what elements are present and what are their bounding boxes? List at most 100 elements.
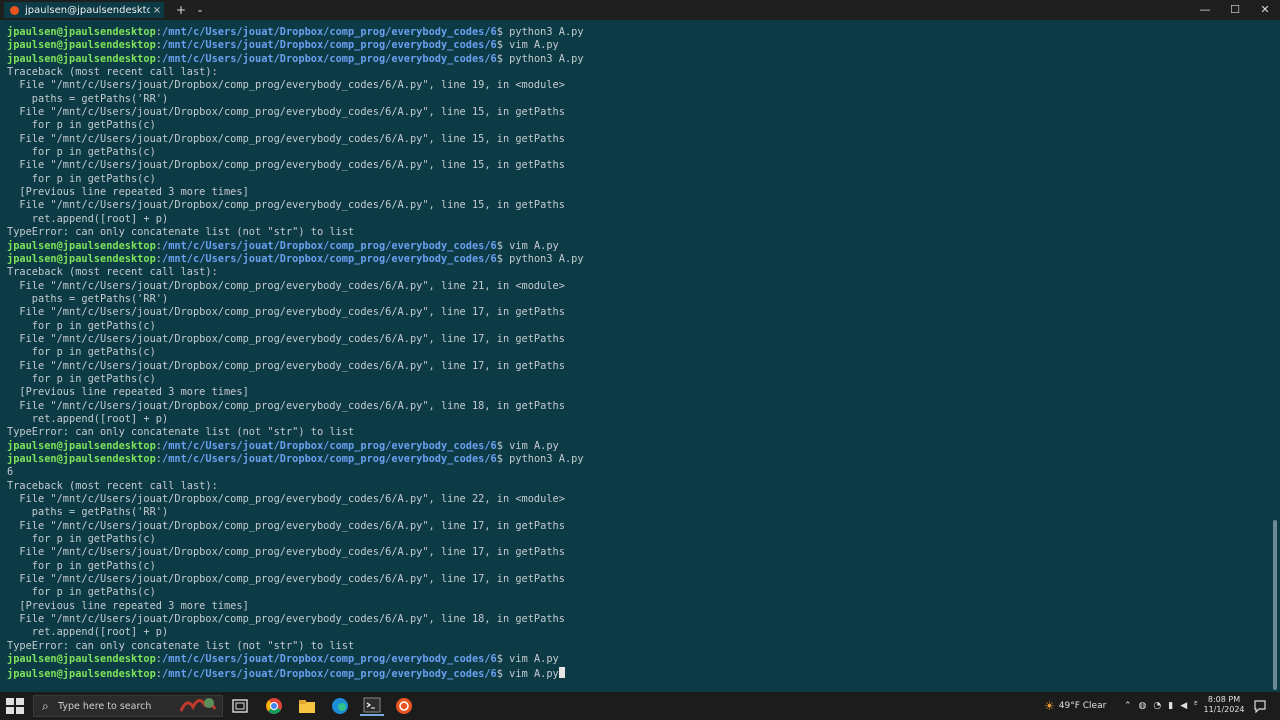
terminal-tab[interactable]: jpaulsen@jpaulsendesktop: /r ×: [4, 2, 164, 18]
output-line: for p in getPaths(c): [7, 372, 156, 385]
output-line: File "/mnt/c/Users/jouat/Dropbox/comp_pr…: [7, 399, 565, 412]
minimize-button[interactable]: —: [1190, 0, 1220, 20]
maximize-button[interactable]: ☐: [1220, 0, 1250, 20]
output-line: TypeError: can only concatenate list (no…: [7, 226, 355, 239]
weather-icon: ☀: [1044, 699, 1055, 713]
output-line: for p in getPaths(c): [7, 119, 156, 132]
windows-start-icon[interactable]: [6, 698, 24, 714]
terminal-scrollbar[interactable]: [1270, 20, 1280, 692]
prompt-path: /mnt/c/Users/jouat/Dropbox/comp_prog/eve…: [162, 453, 497, 465]
output-line: for p in getPaths(c): [7, 346, 156, 359]
output-line: ret.append([root] + p): [7, 412, 169, 425]
output-line: TypeError: can only concatenate list (no…: [7, 639, 355, 652]
widget-icon[interactable]: [178, 695, 218, 715]
prompt-user: jpaulsen@jpaulsendesktop: [7, 26, 156, 38]
output-line: ret.append([root] + p): [7, 212, 169, 225]
prompt-user: jpaulsen@jpaulsendesktop: [7, 653, 156, 666]
output-line: for p in getPaths(c): [7, 533, 156, 546]
clock-time: 8:08 PM: [1207, 695, 1241, 704]
prompt-path: /mnt/c/Users/jouat/Dropbox/comp_prog/eve…: [162, 52, 497, 65]
output-line: File "/mnt/c/Users/jouat/Dropbox/comp_pr…: [7, 132, 565, 145]
clock[interactable]: 8:08 PM 11/1/2024: [1198, 695, 1250, 715]
ubuntu-app-icon[interactable]: [394, 696, 414, 716]
terminal-output[interactable]: jpaulsen@jpaulsendesktop:/mnt/c/Users/jo…: [0, 20, 1270, 692]
volume-icon[interactable]: ◀: [1180, 701, 1187, 711]
prompt-command: $ vim A.py: [496, 653, 559, 666]
prompt-command: $ vim A.py: [496, 239, 559, 252]
file-explorer-icon[interactable]: [297, 696, 317, 716]
output-line: for p in getPaths(c): [7, 172, 156, 185]
prompt-path: /mnt/c/Users/jouat/Dropbox/comp_prog/eve…: [162, 667, 497, 680]
output-line: File "/mnt/c/Users/jouat/Dropbox/comp_pr…: [7, 519, 565, 532]
wifi-icon[interactable]: ◔: [1153, 701, 1161, 711]
output-line: paths = getPaths('RR'): [7, 292, 169, 305]
title-bar: jpaulsen@jpaulsendesktop: /r × + ⌄ — ☐ ✕: [0, 0, 1280, 20]
tab-dropdown-button[interactable]: ⌄: [194, 2, 206, 18]
prompt-path: /mnt/c/Users/jouat/Dropbox/comp_prog/eve…: [162, 26, 497, 38]
notification-icon[interactable]: [1253, 696, 1267, 716]
new-tab-button[interactable]: +: [174, 2, 188, 18]
weather-text: 49°F Clear: [1058, 701, 1107, 711]
prompt-path: /mnt/c/Users/jouat/Dropbox/comp_prog/eve…: [162, 239, 497, 252]
prompt-line: jpaulsen@jpaulsendesktop:/mnt/c/Users/jo…: [7, 440, 1270, 453]
prompt-path: /mnt/c/Users/jouat/Dropbox/comp_prog/eve…: [162, 439, 497, 452]
prompt-line: jpaulsen@jpaulsendesktop:/mnt/c/Users/jo…: [7, 26, 1270, 39]
prompt-line: jpaulsen@jpaulsendesktop:/mnt/c/Users/jo…: [7, 39, 1270, 52]
prompt-command: $ python3 A.py: [496, 26, 584, 38]
ubuntu-icon: [10, 5, 19, 15]
output-line: Traceback (most recent call last):: [7, 66, 218, 79]
output-line: File "/mnt/c/Users/jouat/Dropbox/comp_pr…: [7, 159, 565, 172]
output-line: for p in getPaths(c): [7, 319, 156, 332]
taskbar: ⌕ Type here to search ☀ 49°F Clear ⌃ ◍ ◔…: [0, 692, 1280, 720]
terminal-icon[interactable]: [360, 696, 384, 716]
prompt-user: jpaulsen@jpaulsendesktop: [7, 252, 156, 265]
prompt-user: jpaulsen@jpaulsendesktop: [7, 667, 156, 680]
output-line: for p in getPaths(c): [7, 146, 156, 159]
prompt-command: $ python3 A.py: [496, 52, 584, 65]
output-line: Traceback (most recent call last):: [7, 479, 218, 492]
output-line: File "/mnt/c/Users/jouat/Dropbox/comp_pr…: [7, 493, 565, 506]
prompt-user: jpaulsen@jpaulsendesktop: [7, 52, 156, 65]
prompt-user: jpaulsen@jpaulsendesktop: [7, 239, 156, 252]
battery-icon[interactable]: ▮: [1168, 701, 1173, 711]
chevron-up-icon[interactable]: ⌃: [1124, 701, 1132, 711]
output-line: TypeError: can only concatenate list (no…: [7, 426, 355, 439]
output-line: File "/mnt/c/Users/jouat/Dropbox/comp_pr…: [7, 332, 565, 345]
prompt-line: jpaulsen@jpaulsendesktop:/mnt/c/Users/jo…: [7, 666, 1270, 680]
prompt-command: $ python3 A.py: [496, 453, 584, 465]
search-placeholder: Type here to search: [58, 701, 152, 712]
network-icon[interactable]: ◍: [1139, 701, 1147, 711]
output-line: File "/mnt/c/Users/jouat/Dropbox/comp_pr…: [7, 199, 565, 212]
output-line: 6: [7, 466, 14, 479]
output-line: ret.append([root] + p): [7, 626, 169, 639]
prompt-path: /mnt/c/Users/jouat/Dropbox/comp_prog/eve…: [162, 252, 497, 265]
system-tray: ⌃ ◍ ◔ ▮ ◀ ᴱ: [1124, 696, 1198, 716]
weather-widget[interactable]: ☀ 49°F Clear: [1044, 696, 1106, 716]
prompt-command: $ vim A.py: [496, 39, 559, 52]
prompt-line: jpaulsen@jpaulsendesktop:/mnt/c/Users/jo…: [7, 53, 1270, 66]
output-line: File "/mnt/c/Users/jouat/Dropbox/comp_pr…: [7, 106, 565, 119]
chrome-icon[interactable]: [264, 696, 284, 716]
tab-close-icon[interactable]: ×: [150, 5, 164, 16]
prompt-line: jpaulsen@jpaulsendesktop:/mnt/c/Users/jo…: [7, 253, 1270, 266]
close-button[interactable]: ✕: [1250, 0, 1280, 20]
output-line: File "/mnt/c/Users/jouat/Dropbox/comp_pr…: [7, 79, 565, 92]
scrollbar-thumb[interactable]: [1273, 520, 1277, 690]
edge-icon[interactable]: [330, 696, 350, 716]
output-line: Traceback (most recent call last):: [7, 266, 218, 279]
task-view-icon[interactable]: [230, 696, 250, 716]
output-line: File "/mnt/c/Users/jouat/Dropbox/comp_pr…: [7, 573, 565, 586]
output-line: File "/mnt/c/Users/jouat/Dropbox/comp_pr…: [7, 359, 565, 372]
prompt-user: jpaulsen@jpaulsendesktop: [7, 39, 156, 52]
prompt-command: $ vim A.py: [496, 439, 559, 452]
tab-title: jpaulsen@jpaulsendesktop: /r: [25, 4, 150, 16]
prompt-command: $ vim A.py: [496, 667, 559, 680]
output-line: [Previous line repeated 3 more times]: [7, 186, 249, 199]
prompt-user: jpaulsen@jpaulsendesktop: [7, 453, 156, 465]
output-line: for p in getPaths(c): [7, 559, 156, 572]
output-line: [Previous line repeated 3 more times]: [7, 599, 249, 612]
output-line: [Previous line repeated 3 more times]: [7, 386, 249, 399]
search-icon: ⌕: [42, 699, 49, 713]
text-cursor: [558, 666, 565, 678]
output-line: File "/mnt/c/Users/jouat/Dropbox/comp_pr…: [7, 306, 565, 319]
